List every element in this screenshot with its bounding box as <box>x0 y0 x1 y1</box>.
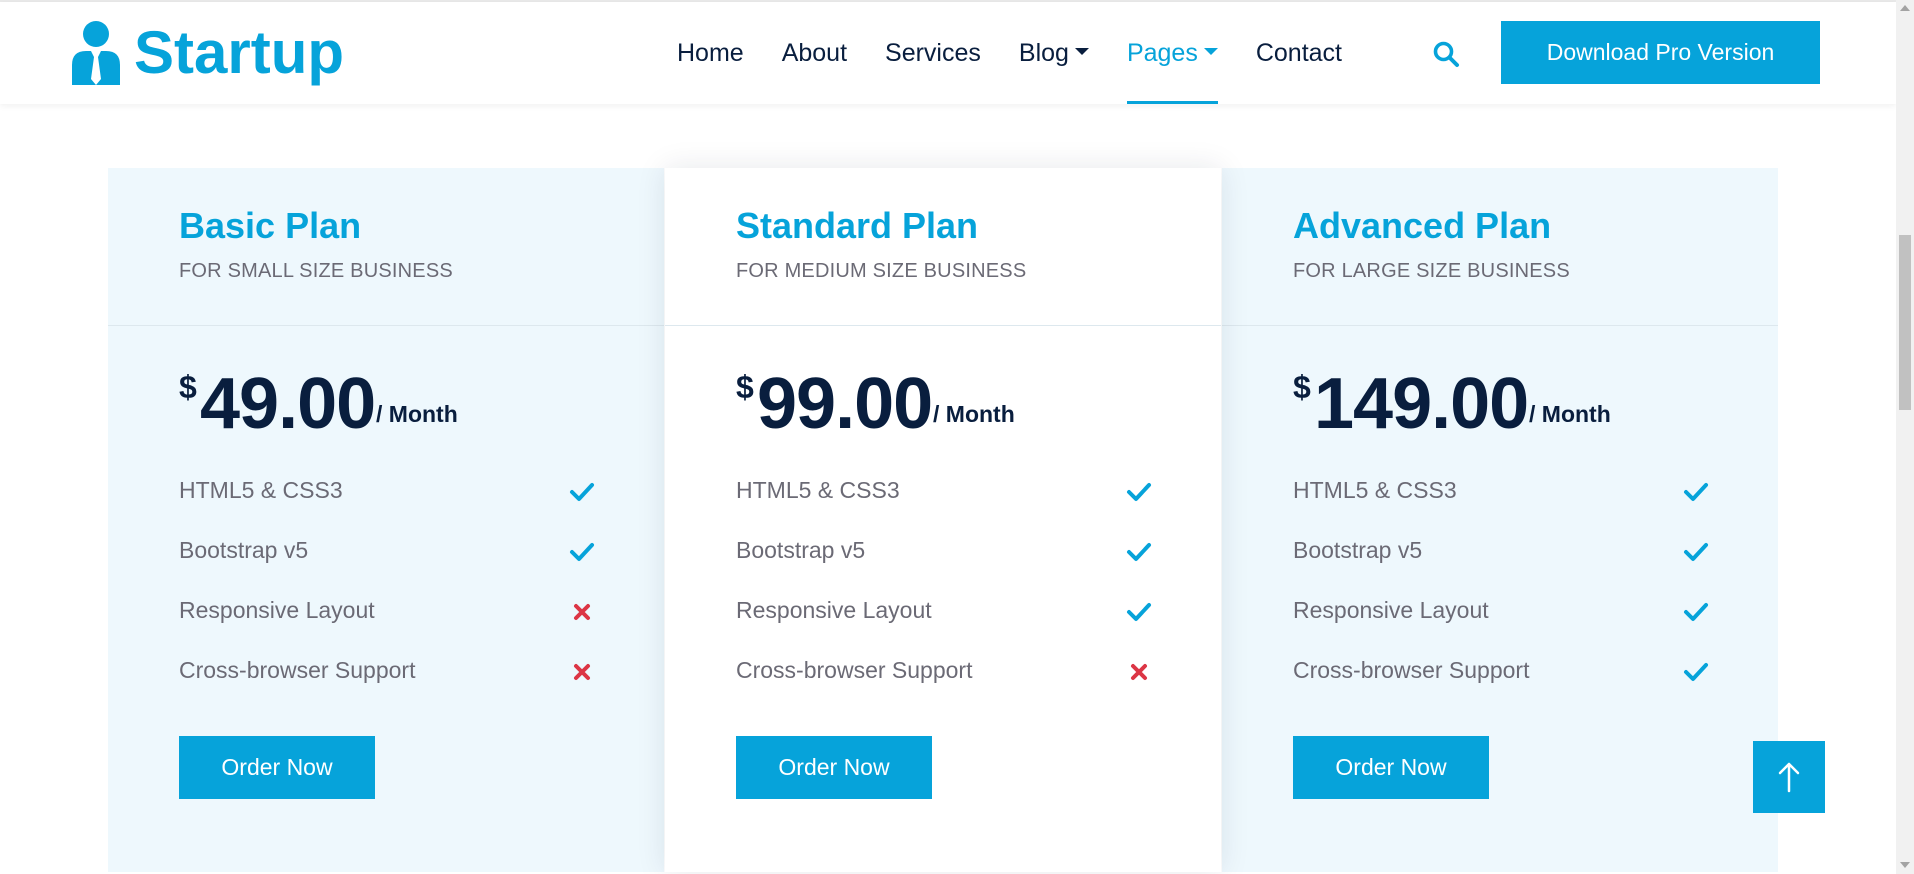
plan-header: Advanced Plan FOR LARGE SIZE BUSINESS <box>1222 168 1778 326</box>
scroll-down-arrow-icon[interactable] <box>1900 862 1910 868</box>
nav-pages-dropdown[interactable]: Pages <box>1126 2 1218 104</box>
nav-about-label: About <box>781 38 848 67</box>
arrow-up-icon <box>1778 762 1800 793</box>
nav-contact-label: Contact <box>1255 38 1343 67</box>
feature-label: Cross-browser Support <box>1293 657 1530 683</box>
feature-row: HTML5 & CSS3 <box>736 477 1152 507</box>
nav-blog-label: Blog <box>1018 38 1069 67</box>
nav-home-label: Home <box>677 38 744 67</box>
feature-label: HTML5 & CSS3 <box>1293 477 1457 503</box>
price-amount: 49.00 <box>200 364 376 444</box>
scrollbar[interactable] <box>1896 0 1914 874</box>
order-now-button[interactable]: Order Now <box>736 736 932 799</box>
feature-row: Responsive Layout <box>179 597 595 627</box>
check-icon <box>1684 663 1708 681</box>
brand-name: Startup <box>134 19 344 86</box>
feature-label: Cross-browser Support <box>736 657 973 683</box>
pricing-card-standard: Standard Plan FOR MEDIUM SIZE BUSINESS $… <box>665 168 1221 872</box>
nav-services-label: Services <box>885 38 981 67</box>
navbar: Startup Home About Services Blog Pages C… <box>0 2 1896 104</box>
search-button[interactable] <box>1432 40 1460 68</box>
check-icon <box>1684 603 1708 621</box>
feature-label: Responsive Layout <box>736 597 932 623</box>
download-pro-button[interactable]: Download Pro Version <box>1501 21 1820 84</box>
feature-label: Responsive Layout <box>1293 597 1489 623</box>
x-mark-icon <box>1131 664 1147 680</box>
pricing-card-basic: Basic Plan FOR SMALL SIZE BUSINESS $ 49.… <box>108 168 664 872</box>
caret-down-icon <box>1203 47 1218 55</box>
feature-row: Cross-browser Support <box>1293 657 1709 687</box>
plan-header: Standard Plan FOR MEDIUM SIZE BUSINESS <box>665 168 1221 326</box>
nav-services[interactable]: Services <box>885 2 981 104</box>
user-tie-icon <box>72 21 120 85</box>
feature-label: Responsive Layout <box>179 597 375 623</box>
search-icon <box>1433 41 1459 67</box>
order-now-button[interactable]: Order Now <box>1293 736 1489 799</box>
price-amount: 149.00 <box>1314 364 1529 444</box>
feature-row: Cross-browser Support <box>736 657 1152 687</box>
x-mark-icon <box>574 604 590 620</box>
price-period: / Month <box>376 401 458 427</box>
pricing-card-advanced: Advanced Plan FOR LARGE SIZE BUSINESS $ … <box>1222 168 1778 872</box>
feature-label: HTML5 & CSS3 <box>179 477 343 503</box>
plan-header: Basic Plan FOR SMALL SIZE BUSINESS <box>108 168 664 326</box>
plan-subtitle: FOR SMALL SIZE BUSINESS <box>179 260 453 282</box>
nav-about[interactable]: About <box>782 2 847 104</box>
check-icon <box>570 483 594 501</box>
feature-label: HTML5 & CSS3 <box>736 477 900 503</box>
feature-label: Bootstrap v5 <box>1293 537 1423 563</box>
feature-label: Bootstrap v5 <box>736 537 866 563</box>
scroll-up-arrow-icon[interactable] <box>1900 5 1910 11</box>
price-currency: $ <box>736 369 754 405</box>
feature-row: Responsive Layout <box>1293 597 1709 627</box>
check-icon <box>570 543 594 561</box>
price-currency: $ <box>179 369 197 405</box>
feature-row: HTML5 & CSS3 <box>179 477 595 507</box>
feature-label: Cross-browser Support <box>179 657 416 683</box>
feature-row: Bootstrap v5 <box>1293 537 1709 567</box>
feature-row: Bootstrap v5 <box>179 537 595 567</box>
caret-down-icon <box>1074 47 1089 55</box>
price-currency: $ <box>1293 369 1311 405</box>
main-nav: Home About Services Blog Pages Contact <box>677 2 1380 104</box>
nav-pages-label: Pages <box>1126 38 1198 67</box>
nav-home[interactable]: Home <box>677 2 744 104</box>
nav-blog-dropdown[interactable]: Blog <box>1019 2 1089 104</box>
check-icon <box>1127 543 1151 561</box>
back-to-top-button[interactable] <box>1753 741 1825 813</box>
nav-contact[interactable]: Contact <box>1256 2 1342 104</box>
feature-row: Bootstrap v5 <box>736 537 1152 567</box>
price-period: / Month <box>933 401 1015 427</box>
feature-row: HTML5 & CSS3 <box>1293 477 1709 507</box>
feature-label: Bootstrap v5 <box>179 537 309 563</box>
x-mark-icon <box>574 664 590 680</box>
plan-name: Standard Plan <box>736 205 979 246</box>
order-now-button[interactable]: Order Now <box>179 736 375 799</box>
brand-logo[interactable]: Startup <box>68 18 344 88</box>
check-icon <box>1684 543 1708 561</box>
price-amount: 99.00 <box>757 364 933 444</box>
plan-subtitle: FOR MEDIUM SIZE BUSINESS <box>736 260 1027 282</box>
check-icon <box>1127 603 1151 621</box>
check-icon <box>1127 483 1151 501</box>
price-period: / Month <box>1529 401 1611 427</box>
plan-name: Advanced Plan <box>1293 205 1552 246</box>
scrollbar-thumb[interactable] <box>1899 235 1911 410</box>
check-icon <box>1684 483 1708 501</box>
plan-subtitle: FOR LARGE SIZE BUSINESS <box>1293 260 1570 282</box>
feature-row: Cross-browser Support <box>179 657 595 687</box>
plan-name: Basic Plan <box>179 205 362 246</box>
feature-row: Responsive Layout <box>736 597 1152 627</box>
